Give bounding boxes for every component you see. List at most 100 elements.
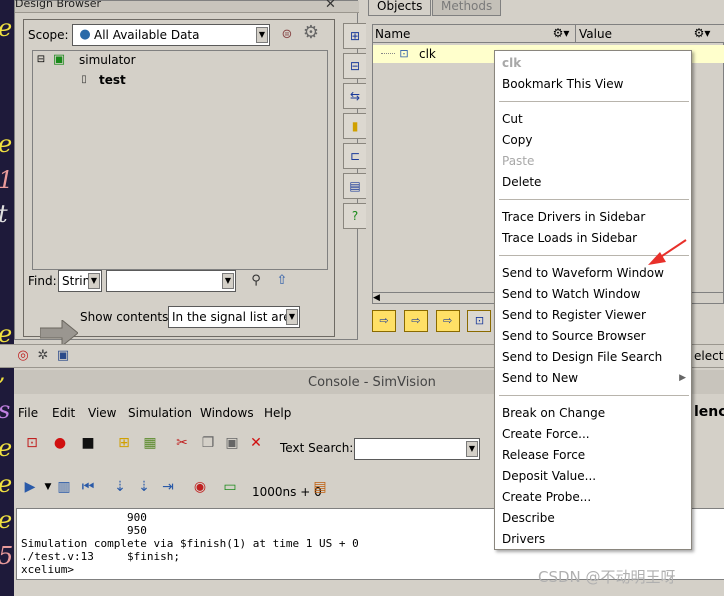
menu-help[interactable]: Help — [264, 406, 291, 420]
record-icon[interactable]: ● — [50, 432, 70, 454]
chart-icon[interactable]: ▤ — [310, 476, 330, 498]
step-into-icon[interactable]: ⇣ — [110, 476, 130, 498]
design-browser-titlebar: Design Browser ✕ — [15, 0, 359, 13]
menu-separator — [499, 199, 689, 200]
tab-objects[interactable]: Objects — [368, 0, 432, 16]
menu-item-copy[interactable]: Copy — [502, 133, 532, 147]
waveform-icon[interactable]: ▭ — [220, 476, 240, 498]
collapse-icon[interactable]: ⊟ — [35, 51, 47, 69]
menu-item-trace-drivers[interactable]: Trace Drivers in Sidebar — [502, 210, 645, 224]
schematic-icon[interactable]: ⊏ — [343, 143, 367, 169]
rewind-icon[interactable]: ⏮ — [78, 476, 98, 498]
menu-item-deposit-value[interactable]: Deposit Value... — [502, 469, 596, 483]
binoculars-icon[interactable]: ⚲ — [246, 272, 266, 290]
open-folder-icon[interactable]: ⊞ — [114, 432, 134, 454]
target-icon[interactable]: ◎ — [14, 347, 32, 365]
find-type-select[interactable]: String ▼ — [58, 270, 102, 292]
scope-label: Scope: — [28, 28, 69, 42]
cut-icon[interactable]: ✂ — [172, 432, 192, 454]
save-icon[interactable]: ▦ — [140, 432, 160, 454]
menu-item-send-watch[interactable]: Send to Watch Window — [502, 287, 640, 301]
memory-icon[interactable]: ▤ — [343, 173, 367, 199]
show-contents-value: In the signal list area — [172, 310, 298, 324]
find-input[interactable]: ▼ — [106, 270, 236, 292]
scope-select[interactable]: ● All Available Data ▼ — [72, 24, 270, 46]
send-to-watch-icon[interactable]: ⊡ — [467, 310, 492, 332]
menu-item-create-probe[interactable]: Create Probe... — [502, 490, 591, 504]
save-icon[interactable]: ▣ — [54, 347, 72, 365]
column-divider[interactable] — [575, 25, 576, 43]
column-value[interactable]: Value — [579, 27, 612, 41]
run-icon[interactable]: ▶ — [20, 476, 40, 498]
step-icon[interactable]: ▥ — [54, 476, 74, 498]
annotation-arrow-icon — [648, 239, 687, 265]
menu-item-send-new[interactable]: Send to New — [502, 371, 578, 385]
menu-simulation[interactable]: Simulation — [128, 406, 192, 420]
objects-toolbar: ⇨ ⇨ ⇨ ⊡ — [372, 310, 495, 332]
stop-icon[interactable]: ■ — [78, 432, 98, 454]
breakpoint-icon[interactable]: ◉ — [190, 476, 210, 498]
gear-icon[interactable]: ⚙ — [300, 24, 322, 42]
menu-item-cut[interactable]: Cut — [502, 112, 523, 126]
delete-icon[interactable]: ✕ — [246, 432, 266, 454]
row-name: clk — [419, 47, 436, 61]
menu-item-drivers[interactable]: Drivers — [502, 532, 545, 546]
send-to-register-icon[interactable]: ⇨ — [435, 310, 460, 332]
close-icon[interactable]: ✕ — [325, 0, 336, 12]
globe-icon: ● — [79, 27, 91, 42]
column-name[interactable]: Name — [375, 27, 410, 41]
menu-item-release-force[interactable]: Release Force — [502, 448, 585, 462]
tab-methods[interactable]: Methods — [432, 0, 502, 16]
copy-icon[interactable]: ❐ — [198, 432, 218, 454]
chevron-down-icon: ▼ — [466, 441, 478, 457]
module-icon: ▯ — [81, 74, 87, 85]
settings-icon[interactable]: ✲ — [34, 347, 52, 365]
menu-item-send-source[interactable]: Send to Source Browser — [502, 329, 646, 343]
menu-item-describe[interactable]: Describe — [502, 511, 555, 525]
bookmark-icon[interactable]: ▮ — [343, 113, 367, 139]
filter-icon[interactable]: ⊜ — [278, 26, 296, 44]
menu-view[interactable]: View — [88, 406, 116, 420]
step-over-icon[interactable]: ⇣ — [134, 476, 154, 498]
help-icon[interactable]: ? — [343, 203, 367, 229]
menu-separator — [499, 101, 689, 102]
scope-value: All Available Data — [94, 28, 200, 42]
tree-item-test[interactable]: test — [99, 73, 126, 87]
gear-icon[interactable]: ⚙▾ — [551, 24, 571, 42]
design-browser-inner: Scope: ● All Available Data ▼ ⊜ ⚙ ⊟ ▣ si… — [23, 19, 335, 346]
gear-icon[interactable]: ⚙▾ — [691, 24, 713, 42]
context-menu-header: clk — [502, 56, 522, 70]
menu-edit[interactable]: Edit — [52, 406, 75, 420]
tree-view-icon[interactable]: ⊟ — [343, 53, 367, 79]
menu-item-send-register[interactable]: Send to Register Viewer — [502, 308, 646, 322]
menu-file[interactable]: File — [18, 406, 38, 420]
chevron-down-icon: ▼ — [286, 309, 298, 325]
text-search-input[interactable]: ▼ — [354, 438, 480, 460]
tree-item-simulator[interactable]: simulator — [79, 53, 136, 67]
grid-header: Name ⚙▾ Value ⚙▾ — [373, 25, 724, 43]
signal-icon: ⊡ — [399, 47, 409, 60]
send-to-waveform-icon[interactable]: ⇨ — [372, 310, 396, 332]
chevron-down-icon: ▼ — [88, 273, 100, 289]
editor-background: e e 1 t e , s e e e 5 — [0, 0, 14, 596]
chevron-down-icon: ▼ — [256, 27, 268, 43]
connections-icon[interactable]: ⇆ — [343, 83, 367, 109]
menu-item-delete[interactable]: Delete — [502, 175, 541, 189]
menu-item-bookmark[interactable]: Bookmark This View — [502, 77, 623, 91]
paste-icon[interactable]: ▣ — [222, 432, 242, 454]
reset-icon[interactable]: ⊡ — [22, 432, 42, 454]
scroll-left-icon[interactable]: ◀ — [373, 293, 380, 303]
partial-label: electe — [694, 349, 724, 363]
menu-item-create-force[interactable]: Create Force... — [502, 427, 590, 441]
hierarchy-icon[interactable]: ⊞ — [343, 23, 367, 49]
console-title: Console - SimVision — [308, 375, 436, 390]
menu-item-break-on-change[interactable]: Break on Change — [502, 406, 605, 420]
find-up-icon[interactable]: ⇧ — [272, 272, 292, 290]
context-menu: clk Bookmark This View Cut Copy Paste De… — [494, 50, 692, 550]
step-out-icon[interactable]: ⇥ — [158, 476, 178, 498]
show-contents-select[interactable]: In the signal list area ▼ — [168, 306, 300, 328]
menu-windows[interactable]: Windows — [200, 406, 254, 420]
watermark: CSDN @不动明王呀 — [538, 568, 676, 586]
send-to-schematic-icon[interactable]: ⇨ — [403, 310, 428, 332]
menu-item-send-design-search[interactable]: Send to Design File Search — [502, 350, 662, 364]
